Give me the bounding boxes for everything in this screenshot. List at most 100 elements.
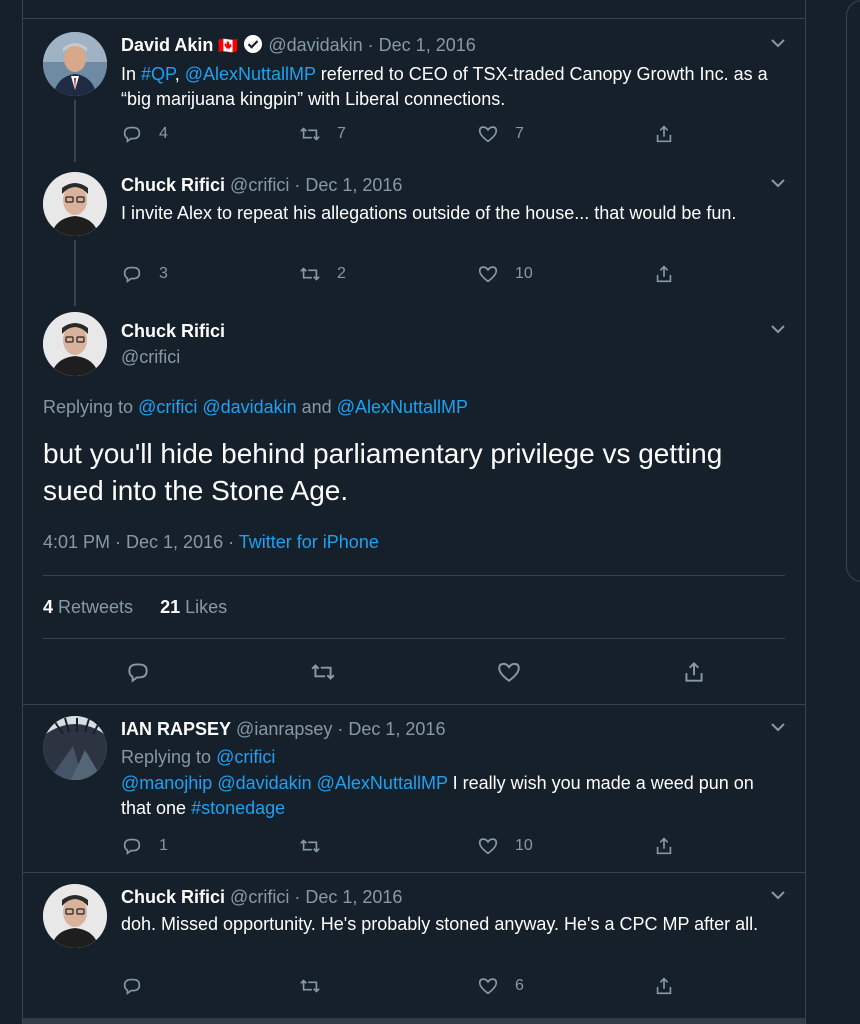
reply-count: 4 (159, 125, 168, 142)
avatar[interactable] (43, 312, 107, 376)
reply-button[interactable]: 3 (121, 262, 168, 286)
reply-count: 3 (159, 265, 168, 282)
top-divider (23, 18, 805, 19)
mention-links[interactable]: @manojhip @davidakin @AlexNuttallMP (121, 773, 448, 793)
avatar[interactable] (43, 32, 107, 96)
handle[interactable]: @crifici (121, 346, 765, 368)
canada-flag-icon: 🇨🇦 (218, 38, 239, 55)
likes-label: Likes (180, 597, 228, 617)
mention-link[interactable]: @AlexNuttallMP (337, 397, 468, 417)
share-button[interactable] (679, 657, 709, 687)
retweet-icon (311, 664, 335, 680)
share-icon (656, 837, 672, 855)
timestamp[interactable]: · Dec 1, 2016 (294, 175, 402, 195)
retweets-count: 4 (43, 597, 54, 617)
replying-to: Replying to @crifici @davidakin and @Ale… (43, 397, 468, 418)
avatar[interactable] (43, 172, 107, 236)
like-button[interactable]: 10 (477, 834, 533, 858)
handle[interactable]: @crifici (230, 175, 289, 195)
chevron-down-icon[interactable] (769, 320, 787, 338)
hashtag-link[interactable]: #stonedage (191, 798, 285, 818)
display-name[interactable]: Chuck Rifici (121, 887, 225, 907)
likes-stat[interactable]: 21 Likes (160, 597, 227, 617)
thread-line (74, 240, 76, 306)
divider (43, 638, 785, 639)
tweet-time[interactable]: 4:01 PM · Dec 1, 2016 · (43, 532, 239, 552)
likes-count: 21 (160, 597, 181, 617)
like-button[interactable]: 6 (477, 974, 524, 998)
retweet-button[interactable]: 7 (299, 122, 346, 146)
tweet-header: Chuck Rifici @crifici · Dec 1, 2016 (121, 886, 765, 908)
timestamp[interactable]: · Dec 1, 2016 (368, 35, 476, 55)
retweet-button[interactable] (299, 974, 337, 998)
mention-link[interactable]: @crifici (138, 397, 197, 417)
chevron-down-icon[interactable] (769, 34, 787, 52)
reply-button[interactable]: 4 (121, 122, 168, 146)
like-button[interactable]: 7 (477, 122, 524, 146)
share-button[interactable] (653, 974, 675, 998)
tweet-actions: 1 10 (121, 834, 785, 858)
retweet-icon (300, 127, 320, 141)
handle[interactable]: @crifici (230, 887, 289, 907)
chevron-down-icon[interactable] (769, 174, 787, 192)
chevron-down-icon[interactable] (769, 886, 787, 904)
handle[interactable]: @davidakin (268, 35, 362, 55)
reply-icon (123, 978, 141, 995)
display-name[interactable]: IAN RAPSEY (121, 719, 231, 739)
share-button[interactable] (653, 122, 675, 146)
replying-and: and (296, 397, 337, 417)
retweet-icon (300, 267, 320, 281)
display-name[interactable]: David Akin (121, 35, 213, 55)
mention-link[interactable]: @crifici (216, 747, 275, 767)
retweet-button[interactable] (308, 657, 338, 687)
reply-button[interactable] (123, 657, 153, 687)
reply-icon (123, 838, 141, 855)
retweet-icon (300, 979, 320, 993)
mention-link[interactable]: @davidakin (197, 397, 296, 417)
main-tweet-actions (43, 657, 785, 687)
source-link[interactable]: Twitter for iPhone (239, 532, 379, 552)
avatar[interactable] (43, 716, 107, 780)
heart-icon (478, 266, 498, 283)
display-name[interactable]: Chuck Rifici (121, 175, 225, 195)
like-button[interactable] (494, 657, 524, 687)
reply-icon (123, 266, 141, 283)
reply-icon (123, 126, 141, 143)
replying-prefix: Replying to (121, 747, 217, 767)
handle[interactable]: @ianrapsey (236, 719, 332, 739)
text-segment: In (121, 64, 142, 84)
share-button[interactable] (653, 834, 675, 858)
avatar[interactable] (43, 884, 107, 948)
like-count: 7 (515, 125, 524, 142)
reply-button[interactable] (121, 974, 159, 998)
retweet-button[interactable] (299, 834, 337, 858)
main-tweet-text: but you'll hide behind parliamentary pri… (43, 438, 723, 506)
retweet-button[interactable]: 2 (299, 262, 346, 286)
retweets-stat[interactable]: 4 Retweets (43, 597, 133, 617)
reply-button[interactable]: 1 (121, 834, 168, 858)
retweet-icon (300, 839, 320, 853)
reply-count: 1 (159, 837, 168, 854)
timestamp[interactable]: · Dec 1, 2016 (337, 719, 445, 739)
tweet-actions: 3 2 10 (121, 262, 785, 286)
display-name[interactable]: Chuck Rifici (121, 320, 765, 342)
share-icon (656, 977, 672, 995)
right-sidebar-panel (846, 0, 860, 582)
tweet-header: Chuck Rifici @crifici · Dec 1, 2016 (121, 174, 765, 196)
mention-link[interactable]: @AlexNuttallMP (185, 64, 316, 84)
text-segment: , (174, 64, 185, 84)
chevron-down-icon[interactable] (769, 718, 787, 736)
divider (23, 704, 805, 705)
timestamp[interactable]: · Dec 1, 2016 (294, 887, 402, 907)
share-icon (656, 265, 672, 283)
replying-prefix: Replying to (43, 397, 139, 417)
share-button[interactable] (653, 262, 675, 286)
like-count: 10 (515, 265, 533, 282)
tweet-text: doh. Missed opportunity. He's probably s… (121, 914, 759, 934)
like-count: 6 (515, 977, 524, 994)
divider (23, 872, 805, 873)
tweet-text: @manojhip @davidakin @AlexNuttallMP I re… (121, 771, 785, 821)
like-button[interactable]: 10 (477, 262, 533, 286)
hashtag-link[interactable]: #QP (141, 64, 175, 84)
thread-line (74, 100, 76, 162)
